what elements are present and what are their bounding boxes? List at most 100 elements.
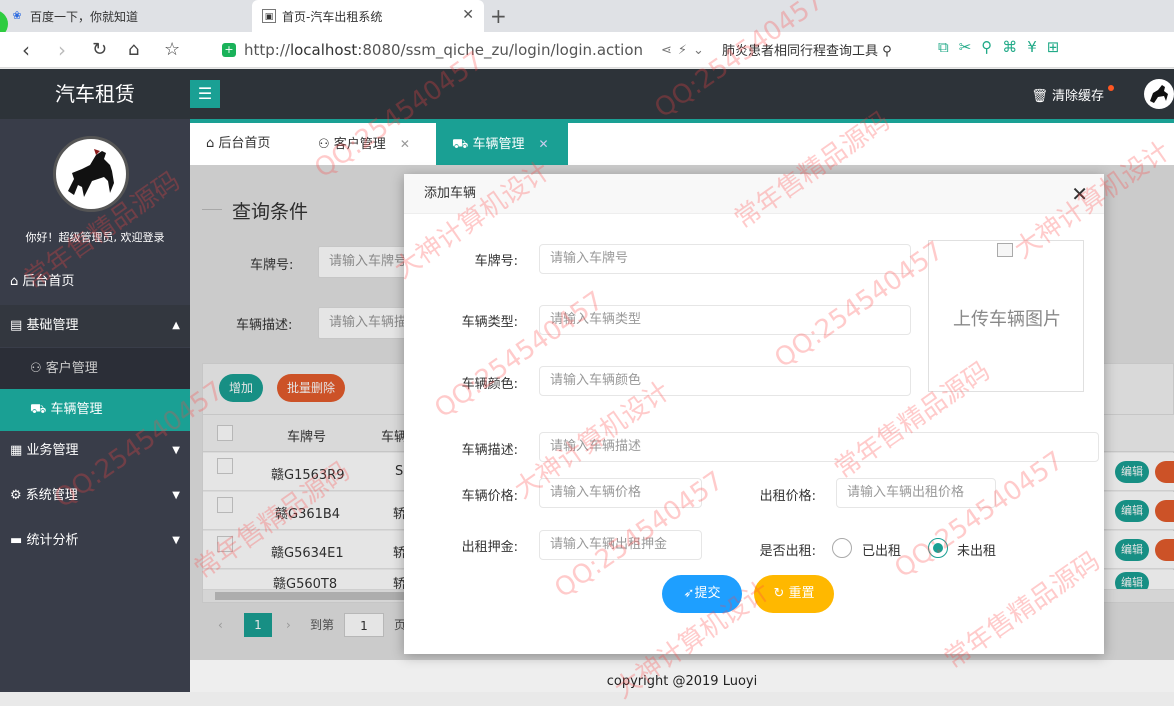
sidebar-item-basic[interactable]: ▤ 基础管理 ▲ (0, 305, 190, 347)
sidebar-item-system[interactable]: ⚙ 系统管理 ▼ (0, 475, 190, 517)
cart-icon: ⛟ (30, 402, 47, 417)
home-icon: ⌂ (206, 136, 215, 151)
upload-text: 上传车辆图片 (953, 309, 1061, 330)
home-icon[interactable]: ⌂ (128, 38, 139, 62)
extension-icons[interactable]: ⧉✂⚲⌘¥⊞ (938, 38, 1069, 56)
secure-shield-icon: + (222, 43, 236, 57)
page-favicon-icon: ▣ (262, 9, 276, 23)
rent-price-input[interactable]: 请输入车辆出租价格 (836, 478, 996, 508)
app-header: 汽车租赁 ☰ 🗑︎ 清除缓存 (0, 69, 1174, 119)
chevron-down-icon: ▼ (172, 490, 180, 501)
bookmark-star-icon[interactable]: ☆ (164, 38, 180, 62)
close-icon[interactable]: ✕ (539, 137, 549, 151)
tab-label: 客户管理 (333, 137, 386, 152)
forward-icon[interactable]: › (58, 38, 66, 62)
reset-label: 重置 (788, 586, 815, 601)
user-icon: ⚇ (30, 361, 42, 376)
gear-icon: ⚙ (10, 488, 22, 503)
close-icon[interactable]: ✕ (400, 137, 410, 151)
trash-icon: 🗑︎ (1031, 89, 1052, 104)
document-icon: ▤ (10, 318, 23, 333)
sidebar-item-business[interactable]: ▦ 业务管理 ▼ (0, 430, 190, 472)
sidebar-item-label: 业务管理 (26, 443, 79, 458)
tab-home[interactable]: ⌂ 后台首页 (206, 123, 270, 165)
price-input[interactable]: 请输入车辆价格 (539, 478, 702, 508)
upload-image-area[interactable]: 上传车辆图片 (928, 240, 1084, 392)
desc-input[interactable]: 请输入车辆描述 (539, 432, 1099, 462)
sidebar: 你好！超级管理员, 欢迎登录 ⌂ 后台首页 ▤ 基础管理 ▲ ⚇ 客户管理 ⛟ … (0, 119, 190, 692)
sidebar-item-label: 系统管理 (25, 488, 78, 503)
desc-label: 车辆描述: (461, 443, 518, 458)
baidu-paw-icon: ❀ (12, 9, 22, 22)
chevron-up-icon: ▲ (172, 320, 180, 331)
url-path: :8080/ssm_qiche_zu/login/login.action (357, 41, 643, 59)
sidebar-item-customers[interactable]: ⚇ 客户管理 (0, 348, 190, 390)
sidebar-item-label: 车辆管理 (50, 402, 103, 417)
sidebar-item-home[interactable]: ⌂ 后台首页 (0, 261, 190, 303)
user-icon: ⚇ (318, 137, 330, 152)
radio-rented-label: 已出租 (862, 544, 902, 559)
business-icon: ▦ (10, 443, 23, 458)
content-tab-bar: ⌂ 后台首页 ⚇ 客户管理 ✕ ⛟ 车辆管理 ✕ (190, 123, 1174, 165)
sidebar-item-stats[interactable]: ▬ 统计分析 ▼ (0, 520, 190, 562)
clear-cache-label: 清除缓存 (1051, 89, 1104, 104)
sidebar-avatar (53, 136, 129, 212)
url-host: localhost (289, 41, 358, 59)
submit-button[interactable]: ➶提交 (662, 575, 742, 613)
user-avatar[interactable] (1144, 79, 1174, 109)
search-icon[interactable]: ⚲ (878, 44, 892, 59)
sidebar-item-label: 基础管理 (26, 318, 79, 333)
color-input[interactable]: 请输入车辆颜色 (539, 366, 911, 396)
modal-header: 添加车辆 ✕ (404, 174, 1104, 214)
deposit-label: 出租押金: (461, 540, 518, 555)
cart-icon: ⛟ (452, 137, 469, 152)
price-label: 车辆价格: (461, 489, 518, 504)
close-tab-icon[interactable]: ✕ (462, 7, 474, 23)
tab-label: 车辆管理 (472, 137, 525, 152)
submit-label: 提交 (694, 586, 721, 601)
browser-tab-baidu[interactable]: ❀ 百度一下，你就知道 (0, 0, 252, 32)
browser-tab-bar: ❀ 百度一下，你就知道 ▣ 首页-汽车出租系统 ✕ + (0, 0, 1174, 38)
sidebar-item-vehicles[interactable]: ⛟ 车辆管理 (0, 389, 190, 431)
broken-image-icon (997, 243, 1013, 257)
tab-customers[interactable]: ⚇ 客户管理 ✕ (318, 123, 410, 165)
radio-not-rented[interactable] (928, 538, 948, 558)
horse-logo-icon (1150, 85, 1168, 103)
sidebar-item-label: 后台首页 (22, 274, 75, 289)
tab-vehicles[interactable]: ⛟ 车辆管理 ✕ (436, 123, 568, 165)
radio-not-rented-label: 未出租 (957, 544, 997, 559)
menu-toggle-icon[interactable]: ☰ (190, 80, 220, 108)
browser-tab-title: 首页-汽车出租系统 (282, 9, 383, 24)
plate-label: 车牌号: (474, 254, 518, 269)
rent-price-label: 出租价格: (759, 489, 816, 504)
is-rented-label: 是否出租: (759, 544, 816, 559)
horse-logo-icon (68, 149, 114, 197)
type-input[interactable]: 请输入车辆类型 (539, 305, 911, 335)
chevron-down-icon: ▼ (172, 445, 180, 456)
browser-address-bar: ‹ › ↻ ⌂ ☆ + http://localhost:8080/ssm_qi… (0, 32, 1174, 68)
back-icon[interactable]: ‹ (22, 38, 30, 62)
url-actions-icons[interactable]: ⋖⚡⌄ (661, 43, 710, 58)
home-icon: ⌂ (10, 274, 19, 289)
type-label: 车辆类型: (461, 315, 518, 330)
refresh-icon: ↻ (773, 586, 789, 601)
browser-tab-title: 百度一下，你就知道 (30, 9, 139, 24)
search-text: 肺炎患者相同行程查询工具 (722, 44, 879, 59)
add-vehicle-modal: 添加车辆 ✕ 车牌号: 请输入车牌号 车辆类型: 请输入车辆类型 车辆颜色: 请… (404, 174, 1104, 654)
stats-icon: ▬ (10, 533, 23, 548)
reset-button[interactable]: ↻ 重置 (754, 575, 834, 613)
notification-dot (1108, 85, 1114, 91)
radio-rented[interactable] (832, 538, 852, 558)
browser-tab-active[interactable]: ▣ 首页-汽车出租系统 ✕ (252, 0, 484, 32)
sidebar-item-label: 统计分析 (26, 533, 79, 548)
new-tab-icon[interactable]: + (490, 4, 507, 28)
browser-search-field[interactable]: 肺炎患者相同行程查询工具 ⚲ (722, 40, 912, 59)
footer: copyright @2019 Luoyi (190, 660, 1174, 692)
clear-cache-button[interactable]: 🗑︎ 清除缓存 (1031, 85, 1114, 104)
sidebar-item-label: 客户管理 (45, 361, 98, 376)
close-icon[interactable]: ✕ (1071, 174, 1088, 214)
deposit-input[interactable]: 请输入车辆出租押金 (539, 530, 702, 560)
plate-input[interactable]: 请输入车牌号 (539, 244, 911, 274)
url-field[interactable]: + http://localhost:8080/ssm_qiche_zu/log… (222, 37, 712, 63)
reload-icon[interactable]: ↻ (92, 38, 107, 62)
